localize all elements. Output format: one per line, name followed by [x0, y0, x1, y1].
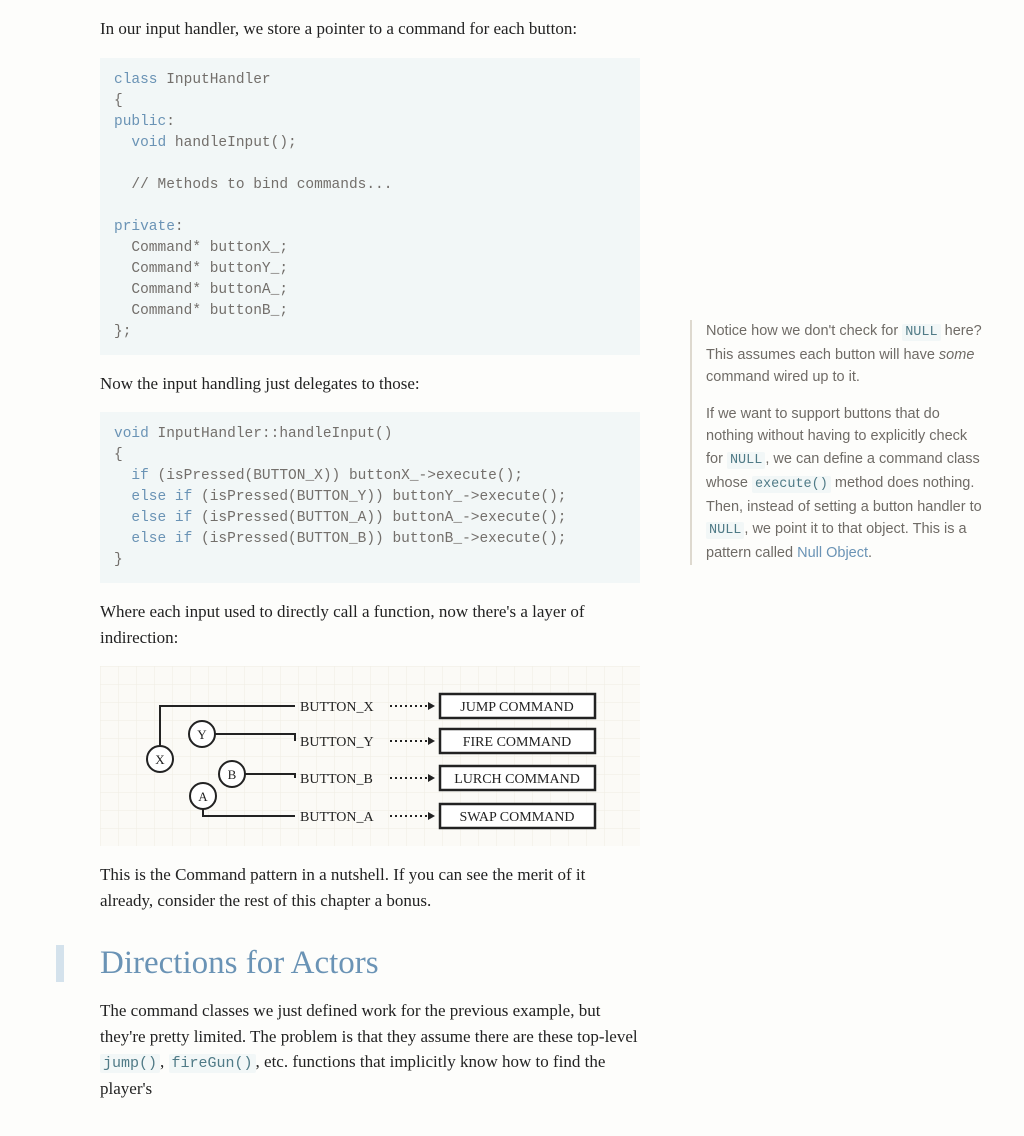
label-button-a: BUTTON_A [300, 810, 375, 825]
code-block-handle-input: void InputHandler::handleInput() { if (i… [100, 412, 640, 583]
inline-code-jump: jump() [100, 1054, 160, 1073]
command-fire: FIRE COMMAND [463, 735, 572, 750]
command-jump: JUMP COMMAND [460, 700, 573, 715]
inline-code-execute: execute() [752, 476, 831, 493]
paragraph-indirection: Where each input used to directly call a… [100, 599, 640, 650]
label-button-x: BUTTON_X [300, 700, 374, 715]
inline-code-null: NULL [706, 522, 744, 539]
button-b-icon: B [219, 761, 245, 787]
intro-paragraph: In our input handler, we store a pointer… [100, 16, 640, 42]
svg-text:X: X [155, 752, 165, 767]
link-null-object[interactable]: Null Object [797, 545, 868, 561]
svg-text:A: A [198, 789, 208, 804]
button-y-icon: Y [189, 721, 215, 747]
button-a-icon: A [190, 783, 216, 809]
label-button-y: BUTTON_Y [300, 735, 374, 750]
code-block-input-handler: class InputHandler { public: void handle… [100, 58, 640, 355]
inline-code-firegun: fireGun() [169, 1054, 256, 1073]
svg-text:B: B [228, 767, 237, 782]
command-lurch: LURCH COMMAND [454, 772, 580, 787]
paragraph-nutshell: This is the Command pattern in a nutshel… [100, 862, 640, 913]
paragraph-directions-intro: The command classes we just defined work… [100, 998, 640, 1101]
paragraph-delegates: Now the input handling just delegates to… [100, 371, 640, 397]
section-heading-directions: Directions for Actors [100, 945, 640, 982]
label-button-b: BUTTON_B [300, 772, 373, 787]
inline-code-null: NULL [902, 324, 940, 341]
command-diagram: X Y B A [100, 666, 640, 846]
aside-note-null-object: Notice how we don't check for NULL here?… [690, 320, 984, 565]
button-x-icon: X [147, 746, 173, 772]
command-swap: SWAP COMMAND [459, 810, 574, 825]
svg-text:Y: Y [197, 727, 207, 742]
inline-code-null: NULL [727, 452, 765, 469]
